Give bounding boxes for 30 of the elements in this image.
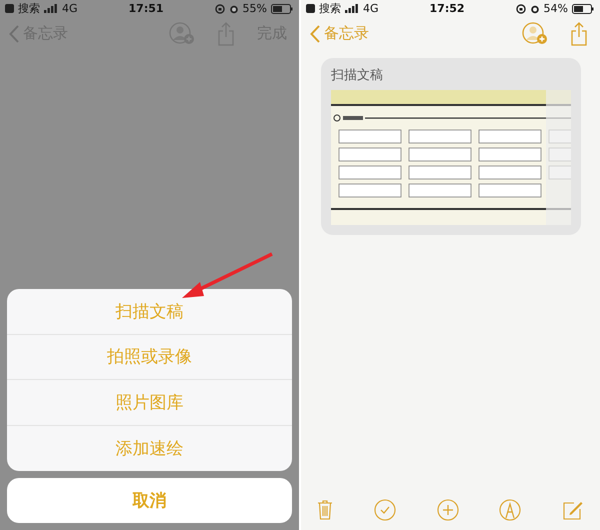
cancel-button[interactable]: 取消 <box>7 478 292 523</box>
back-link[interactable]: 备忘录 <box>324 24 369 43</box>
pen-tip-icon[interactable] <box>499 499 522 521</box>
checkmark-icon[interactable] <box>374 499 396 521</box>
signal-icon <box>44 4 58 13</box>
share-icon[interactable] <box>570 22 588 46</box>
trash-icon[interactable] <box>317 500 333 520</box>
add-person-icon[interactable] <box>169 22 195 46</box>
add-person-icon[interactable] <box>522 22 548 46</box>
back-chevron-icon[interactable] <box>9 24 19 42</box>
back-app-label[interactable]: 搜索 <box>319 1 341 16</box>
battery-percent: 55% <box>242 2 267 15</box>
back-chevron-icon[interactable] <box>310 24 320 42</box>
action-sheet-option[interactable]: 添加速绘 <box>7 426 292 471</box>
share-icon[interactable] <box>217 22 235 46</box>
time-label: 17:51 <box>128 2 164 15</box>
compose-icon[interactable] <box>562 499 584 521</box>
network-label: 4G <box>62 2 78 15</box>
battery-percent: 54% <box>544 2 568 15</box>
action-sheet-option[interactable]: 照片图库 <box>7 380 292 426</box>
signal-icon <box>345 4 359 13</box>
network-label: 4G <box>363 2 379 15</box>
add-icon[interactable] <box>436 499 458 521</box>
time-label: 17:52 <box>430 2 465 15</box>
action-sheet-option[interactable]: 拍照或录像 <box>7 334 292 380</box>
scan-card[interactable]: 扫描文稿 <box>321 58 581 235</box>
scan-title: 扫描文稿 <box>331 67 384 84</box>
battery-icon <box>271 4 293 14</box>
back-app-label[interactable]: 搜索 <box>18 1 40 16</box>
battery-icon <box>572 4 594 14</box>
